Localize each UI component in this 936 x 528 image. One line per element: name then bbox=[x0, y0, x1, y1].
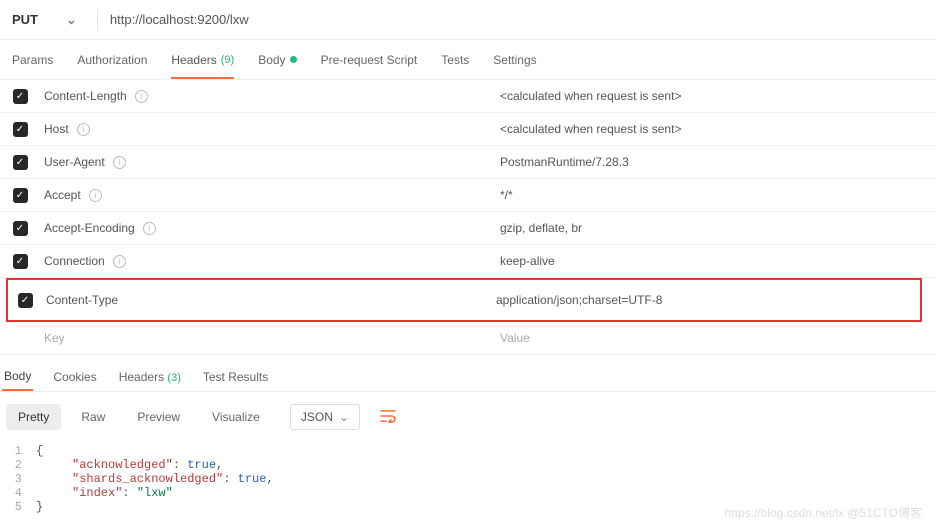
url-input[interactable] bbox=[106, 0, 936, 39]
checkbox-checked-icon[interactable]: ✓ bbox=[13, 254, 28, 269]
resp-tab-cookies[interactable]: Cookies bbox=[51, 364, 98, 390]
header-row[interactable]: ✓ Connection i keep-alive bbox=[0, 245, 936, 278]
body-format-label: JSON bbox=[301, 410, 333, 424]
header-row[interactable]: ✓ Accept-Encoding i gzip, deflate, br bbox=[0, 212, 936, 245]
line-number: 3 bbox=[0, 472, 36, 486]
resp-tab-headers[interactable]: Headers (3) bbox=[117, 364, 183, 390]
json-key: "acknowledged" bbox=[72, 458, 173, 472]
header-row[interactable]: ✓ Accepti */* bbox=[0, 179, 936, 212]
info-icon[interactable]: i bbox=[135, 90, 148, 103]
header-row-new[interactable]: Key Value bbox=[0, 322, 936, 355]
http-method-label: PUT bbox=[12, 12, 38, 27]
http-method-select[interactable]: PUT ⌄ bbox=[0, 0, 89, 39]
header-key: User-Agent bbox=[44, 155, 105, 169]
tab-prerequest[interactable]: Pre-request Script bbox=[321, 53, 418, 67]
checkbox-checked-icon[interactable]: ✓ bbox=[18, 293, 33, 308]
body-indicator-dot bbox=[290, 56, 297, 63]
header-key: Host bbox=[44, 122, 69, 136]
json-value: true bbox=[187, 458, 216, 472]
tab-authorization[interactable]: Authorization bbox=[77, 53, 147, 67]
headers-table: ✓ Content-Length i <calculated when reque… bbox=[0, 80, 936, 355]
header-value: <calculated when request is sent> bbox=[500, 89, 936, 103]
checkbox-checked-icon[interactable]: ✓ bbox=[13, 155, 28, 170]
chevron-down-icon: ⌄ bbox=[339, 410, 349, 424]
checkbox-checked-icon[interactable]: ✓ bbox=[13, 188, 28, 203]
view-preview-button[interactable]: Preview bbox=[125, 404, 192, 430]
header-key: Connection bbox=[44, 254, 105, 268]
resp-tab-tests[interactable]: Test Results bbox=[201, 364, 270, 390]
tab-headers-label: Headers bbox=[171, 53, 216, 67]
checkbox-checked-icon[interactable]: ✓ bbox=[13, 221, 28, 236]
info-icon[interactable]: i bbox=[113, 255, 126, 268]
resp-headers-count-badge: (3) bbox=[167, 372, 180, 384]
tab-settings[interactable]: Settings bbox=[493, 53, 536, 67]
tab-tests[interactable]: Tests bbox=[441, 53, 469, 67]
header-key: Accept bbox=[44, 188, 81, 202]
chevron-down-icon: ⌄ bbox=[66, 12, 77, 28]
header-row[interactable]: ✓ Content-Type application/json;charset=… bbox=[8, 280, 920, 320]
header-row[interactable]: ✓ User-Agent i PostmanRuntime/7.28.3 bbox=[0, 146, 936, 179]
resp-tab-body[interactable]: Body bbox=[2, 363, 33, 391]
line-number: 2 bbox=[0, 458, 36, 472]
line-number: 4 bbox=[0, 486, 36, 500]
tab-body[interactable]: Body bbox=[258, 53, 296, 67]
header-value: */* bbox=[500, 188, 936, 202]
view-raw-button[interactable]: Raw bbox=[69, 404, 117, 430]
header-key-placeholder[interactable]: Key bbox=[40, 331, 500, 345]
checkbox-checked-icon[interactable]: ✓ bbox=[13, 122, 28, 137]
tab-headers[interactable]: Headers (9) bbox=[171, 53, 234, 79]
header-value: PostmanRuntime/7.28.3 bbox=[500, 155, 936, 169]
json-value: "lxw" bbox=[137, 486, 173, 500]
json-key: "shards_acknowledged" bbox=[72, 472, 223, 486]
highlight-annotation: ✓ Content-Type application/json;charset=… bbox=[6, 278, 922, 322]
info-icon[interactable]: i bbox=[113, 156, 126, 169]
divider bbox=[97, 9, 98, 31]
line-number: 1 bbox=[0, 444, 36, 458]
line-number: 5 bbox=[0, 500, 36, 514]
view-pretty-button[interactable]: Pretty bbox=[6, 404, 61, 430]
json-key: "index" bbox=[72, 486, 122, 500]
header-key: Accept-Encoding bbox=[44, 221, 135, 235]
wrap-lines-icon[interactable] bbox=[380, 409, 398, 426]
header-value-placeholder[interactable]: Value bbox=[500, 331, 936, 345]
tab-params[interactable]: Params bbox=[12, 53, 53, 67]
info-icon[interactable]: i bbox=[143, 222, 156, 235]
resp-tab-headers-label: Headers bbox=[119, 370, 164, 384]
body-format-select[interactable]: JSON ⌄ bbox=[290, 404, 360, 430]
headers-count-badge: (9) bbox=[221, 54, 234, 66]
json-value: true bbox=[238, 472, 267, 486]
header-value: application/json;charset=UTF-8 bbox=[496, 293, 920, 307]
tab-body-label: Body bbox=[258, 53, 285, 67]
checkbox-checked-icon[interactable]: ✓ bbox=[13, 89, 28, 104]
header-key: Content-Type bbox=[46, 293, 118, 307]
info-icon[interactable]: i bbox=[77, 123, 90, 136]
info-icon[interactable]: i bbox=[89, 189, 102, 202]
header-value: gzip, deflate, br bbox=[500, 221, 936, 235]
header-row[interactable]: ✓ Hosti <calculated when request is sent… bbox=[0, 113, 936, 146]
header-row[interactable]: ✓ Content-Length i <calculated when reque… bbox=[0, 80, 936, 113]
view-visualize-button[interactable]: Visualize bbox=[200, 404, 272, 430]
header-value: keep-alive bbox=[500, 254, 936, 268]
response-body[interactable]: 1{ 2"acknowledged": true, 3"shards_ackno… bbox=[0, 442, 936, 528]
header-key: Content-Length bbox=[44, 89, 127, 103]
header-value: <calculated when request is sent> bbox=[500, 122, 936, 136]
